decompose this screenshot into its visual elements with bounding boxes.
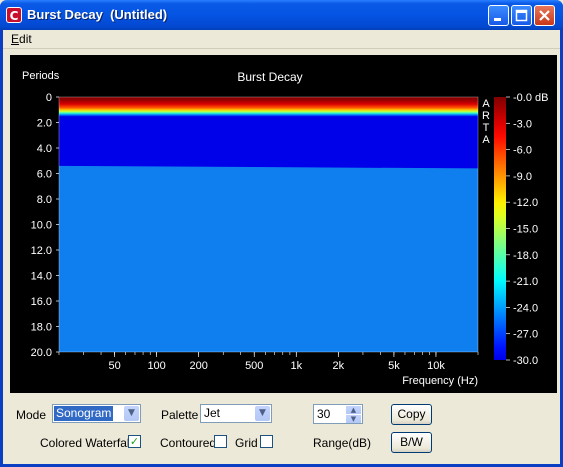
colored-waterfall-label: Colored Waterfall (40, 436, 133, 450)
colorbar-tick-label: -18.0 (513, 250, 538, 262)
x-tick-label: 5k (388, 360, 400, 372)
palette-select-value: Jet (204, 406, 221, 420)
menu-bar: Edit (3, 30, 560, 49)
contoured-label: Contoured (160, 436, 217, 450)
arta-watermark-letter: R (482, 110, 490, 122)
maximize-icon (515, 9, 528, 22)
y-tick-label: 18.0 (31, 322, 52, 334)
x-tick-label: 50 (108, 360, 120, 372)
x-tick-label: 2k (333, 360, 345, 372)
minimize-button[interactable] (488, 5, 509, 26)
colorbar-tick-label: -6.0 (513, 145, 532, 157)
arta-watermark-letter: A (482, 134, 490, 146)
title-bar[interactable]: C Burst Decay (Untitled) (0, 0, 563, 30)
mode-select[interactable]: Sonogram ▼ (52, 404, 141, 423)
arta-watermark-letter: A (482, 98, 490, 110)
colorbar-tick-label: -27.0 (513, 329, 538, 341)
colorbar-tick-label: -3.0 (513, 118, 532, 130)
colorbar-tick-label: -12.0 (513, 197, 538, 209)
close-button[interactable] (534, 5, 555, 26)
colored-waterfall-checkbox[interactable]: ✓ (128, 435, 141, 448)
x-tick-label: 200 (189, 360, 207, 372)
mode-label: Mode (16, 408, 47, 422)
palette-label: Palette (161, 408, 199, 422)
chevron-down-icon[interactable]: ▼ (124, 406, 139, 421)
minimize-icon (494, 18, 501, 21)
palette-select[interactable]: Jet ▼ (200, 404, 272, 423)
y-axis-label: Periods (22, 70, 60, 82)
y-tick-label: 2.0 (37, 118, 52, 130)
x-tick-label: 1k (290, 360, 302, 372)
y-tick-label: 10.0 (31, 220, 52, 232)
chevron-down-icon[interactable]: ▼ (255, 406, 270, 421)
y-tick-label: 6.0 (37, 169, 52, 181)
y-tick-label: 8.0 (37, 194, 52, 206)
y-tick-label: 0 (46, 92, 52, 104)
close-icon (539, 10, 550, 21)
range-label: Range(dB) (313, 436, 372, 450)
y-tick-label: 12.0 (31, 245, 52, 257)
contoured-checkbox[interactable] (214, 435, 227, 448)
mode-select-value: Sonogram (54, 406, 114, 421)
maximize-button[interactable] (511, 5, 532, 26)
window-title: Burst Decay (Untitled) (27, 7, 168, 22)
copy-button[interactable]: Copy (391, 404, 432, 425)
y-tick-label: 4.0 (37, 143, 52, 155)
spin-down-icon[interactable]: ▼ (346, 415, 361, 423)
menu-edit-label: dit (19, 32, 32, 46)
colorbar-tick-label: -24.0 (513, 302, 538, 314)
range-value: 30 (317, 407, 331, 421)
burst-decay-window: C Burst Decay (Untitled) Edit Burst Deca… (0, 0, 563, 467)
colorbar-tick-label: -30.0 (513, 355, 538, 367)
colorbar-tick-label: -15.0 (513, 224, 538, 236)
colorbar (494, 97, 506, 360)
y-tick-label: 14.0 (31, 271, 52, 283)
burst-decay-sonogram: Burst Decay Periods Frequency (Hz) 0 2.0 4.0 6… (22, 70, 548, 387)
y-tick-label: 20.0 (31, 347, 52, 359)
app-icon[interactable]: C (6, 7, 22, 23)
grid-label: Grid (235, 436, 258, 450)
checkmark-icon: ✓ (129, 435, 140, 448)
menu-edit[interactable]: Edit (11, 32, 32, 46)
burst-decay-chart: Burst Decay Periods Frequency (Hz) 0 2.0 4.0 6… (10, 55, 557, 393)
grid-checkbox[interactable] (260, 435, 273, 448)
colorbar-tick-label: -9.0 (513, 171, 532, 183)
arta-watermark-letter: T (483, 122, 490, 134)
menu-edit-accelerator: E (11, 32, 20, 46)
x-tick-label: 500 (245, 360, 263, 372)
x-tick-label: 100 (147, 360, 165, 372)
range-spinner[interactable]: 30 ▲ ▼ (313, 404, 363, 424)
x-tick-label: 10k (427, 360, 445, 372)
colorbar-tick-label: -0.0 dB (513, 92, 548, 104)
spin-up-icon[interactable]: ▲ (346, 406, 361, 414)
x-axis-label: Frequency (Hz) (402, 375, 478, 387)
y-tick-label: 16.0 (31, 296, 52, 308)
colorbar-tick-label: -21.0 (513, 276, 538, 288)
decay-surface (59, 97, 478, 169)
bw-button[interactable]: B/W (391, 432, 432, 453)
chart-title: Burst Decay (237, 70, 302, 84)
